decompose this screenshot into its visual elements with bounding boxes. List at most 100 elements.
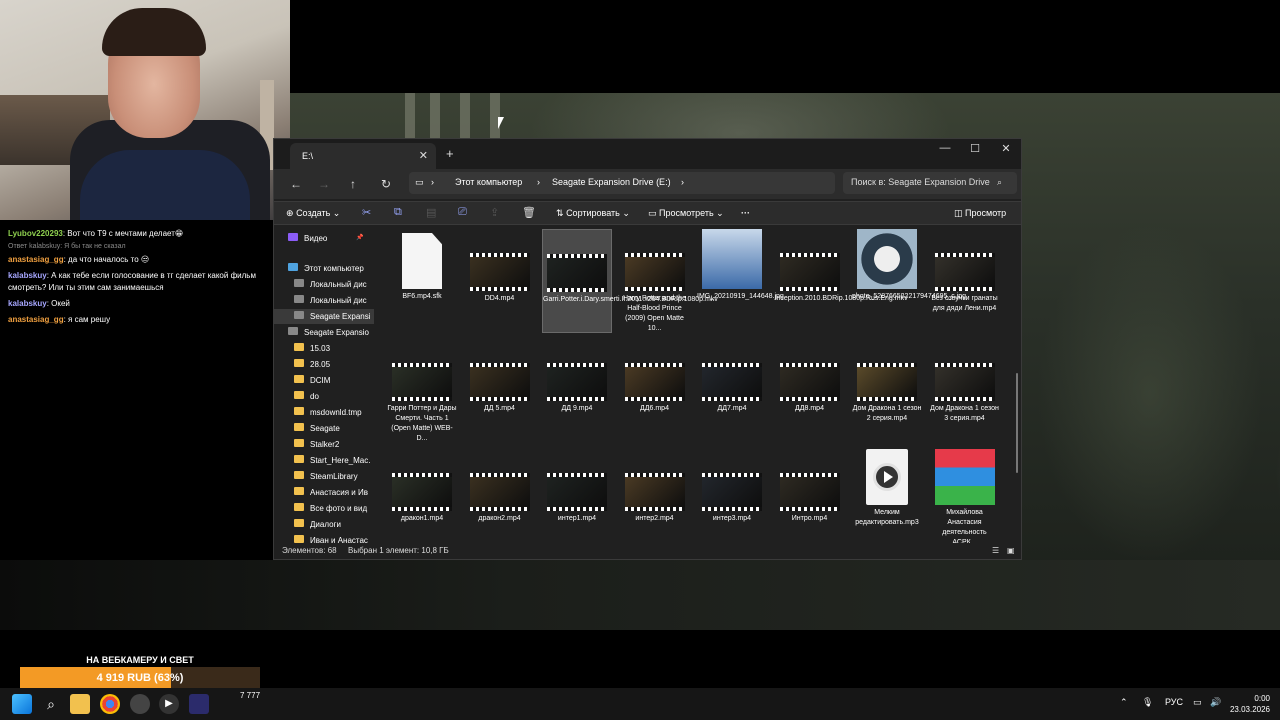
network-icon[interactable]: ▭ [1193,697,1202,708]
create-button[interactable]: ⊕ Создать ⌄ [286,208,340,219]
back-arrow-icon[interactable]: ← [290,177,302,191]
drive-icon [294,311,304,319]
file-item[interactable]: Михайлова Анастасия деятельность АСРК... [930,449,1000,543]
folder-icon [294,487,304,495]
microphone-icon[interactable]: 🎙 [1142,697,1153,708]
file-name: Михайлова Анастасия деятельность АСРК... [942,509,987,543]
file-item[interactable]: Harry Potter and the Half-Blood Prince (… [620,229,690,333]
start-windows-icon[interactable] [12,694,32,714]
details-view-icon[interactable]: ☰ [992,546,999,555]
obs-icon[interactable] [130,694,150,714]
chat-username: anastasiag_gg [8,255,64,264]
sidebar-item[interactable]: do [274,389,374,404]
chrome-icon[interactable] [100,694,120,714]
file-item[interactable]: интер2.mp4 [620,449,690,543]
file-item[interactable]: ДД7.mp4 [697,339,767,443]
cut-icon[interactable]: ✂ [362,206,371,219]
file-item[interactable]: ДД6.mp4 [620,339,690,443]
file-item[interactable]: Inception.2010.BDRip.1080p.Rus.Eng.mkv [775,229,908,333]
file-item[interactable]: ДД 9.mp4 [542,339,612,443]
new-tab-button[interactable]: + [446,146,454,161]
sidebar-item[interactable]: Seagate [274,421,374,436]
sidebar-item[interactable]: Видео 📌 [274,231,374,246]
sidebar-item-label: Иван и Анастас [310,536,368,543]
sidebar-item[interactable]: Анастасия и Ив [274,485,374,500]
streaming-app-icon[interactable] [189,694,209,714]
sidebar-item[interactable]: SteamLibrary [274,469,374,484]
video-thumbnail [624,253,685,291]
file-item[interactable]: интер1.mp4 [542,449,612,543]
sidebar-item[interactable]: Seagate Expansio [274,325,374,340]
maximize-icon[interactable]: ☐ [961,142,989,155]
sidebar-item[interactable]: Start_Here_Mac. [274,453,374,468]
folder-icon [294,423,304,431]
file-item[interactable]: ДД8.mp4 [775,339,845,443]
address-bar[interactable]: ▭ › Этот компьютер › Seagate Expansion D… [409,172,835,194]
preview-pane-button[interactable]: ◫ Просмотр [954,208,1006,219]
clock[interactable]: 0:00 23.03.2026 [1230,693,1270,715]
input-language[interactable]: РУС [1165,697,1183,707]
sidebar-item[interactable]: Иван и Анастас [274,533,374,543]
breadcrumb-this-pc[interactable]: Этот компьютер [455,177,522,187]
delete-icon[interactable]: 🗑 [522,206,536,219]
close-icon[interactable]: ✕ [992,142,1020,155]
video-thumbnail [934,253,995,291]
file-item[interactable]: IMG_20210919_144648.jpg [697,229,784,333]
sidebar-item[interactable]: msdownld.tmp [274,405,374,420]
rename-icon[interactable]: ⎚ [458,206,467,219]
file-item[interactable]: Garri.Potter.i.Dary.smerti.II.2011.x264.… [542,229,718,333]
copy-icon[interactable]: ⧉ [394,206,402,219]
sidebar-item[interactable]: Все фото и вид [274,501,374,516]
sidebar-item[interactable]: Stalker2 [274,437,374,452]
file-item[interactable]: дракон1.mp4 [387,449,457,543]
chevron-right-icon: › [681,177,684,187]
audio-file-icon [866,449,908,505]
tray-overflow-icon[interactable]: ⌃ [1120,697,1128,708]
file-item[interactable]: Интро.mp4 [775,449,845,543]
sidebar-item-label: Анастасия и Ив [310,488,368,497]
file-item[interactable]: ДД 5.mp4 [465,339,535,443]
file-item[interactable]: Гарри Поттер и Дары Смерти. Часть 1 (Ope… [387,339,457,443]
file-item[interactable]: BF6.mp4.sfk [387,229,457,333]
up-arrow-icon[interactable]: ↑ [350,177,356,191]
minimize-icon[interactable]: — [931,142,959,154]
search-icon[interactable]: ⌕ [41,694,61,714]
file-name: BF6.mp4.sfk [402,293,442,300]
forward-arrow-icon[interactable]: → [318,177,330,191]
sidebar-item[interactable]: 15.03 [274,341,374,356]
file-item[interactable]: Дом Дракона 1 сезон 2 серия.mp4 [852,339,922,443]
file-item[interactable]: интер3.mp4 [697,449,767,543]
chat-text: : Окей [46,299,70,308]
media-player-icon[interactable]: ▶ [159,694,179,714]
file-item[interactable]: DD4.mp4 [465,229,535,333]
file-name: IMG_20210919_144648.jpg [697,293,784,300]
share-icon[interactable]: ⇪ [490,206,499,219]
file-item[interactable]: Мелким редактировать.mp3 [852,449,922,543]
sidebar-item[interactable]: 28.05 [274,357,374,372]
breadcrumb-drive[interactable]: Seagate Expansion Drive (E:) [552,177,671,187]
search-input[interactable]: Поиск в: Seagate Expansion Drive ⌕ [843,172,1017,194]
sort-button[interactable]: ⇅ Сортировать ⌄ [556,208,630,219]
volume-icon[interactable]: 🔊 [1210,697,1221,708]
tiles-view-icon[interactable]: ▣ [1007,546,1015,555]
file-item[interactable]: Дом Дракона 1 сезон 3 серия.mp4 [930,339,1000,443]
sidebar-item-label: Stalker2 [310,440,340,449]
tab-close-icon[interactable]: ✕ [419,149,428,162]
file-explorer-icon[interactable] [70,694,90,714]
sidebar-item[interactable]: Этот компьютер [274,261,374,276]
sidebar-item[interactable]: DCIM [274,373,374,388]
desktop-screen: Lyubov220293: Вот что Т9 с мечтами делае… [0,0,1280,720]
sidebar-item[interactable]: Локальный дис [274,293,374,308]
file-item[interactable]: photo_5287665222179474695_c.jpg [852,229,966,333]
sidebar-item[interactable]: Локальный дис [274,277,374,292]
more-options-button[interactable]: ··· [741,208,750,218]
file-item[interactable]: дракон2.mp4 [465,449,535,543]
view-button[interactable]: ▭ Просмотреть ⌄ [648,208,724,219]
folder-icon [294,407,304,415]
refresh-icon[interactable]: ↻ [381,177,391,191]
sidebar-item[interactable]: Seagate Expansi [274,309,374,324]
file-item[interactable]: Без озвучки гранаты для дяди Лени.mp4 [930,229,1000,333]
tab-drive-e[interactable]: E:\ ✕ [290,143,436,169]
paste-icon[interactable]: ▤ [426,206,436,219]
sidebar-item[interactable]: Диалоги [274,517,374,532]
